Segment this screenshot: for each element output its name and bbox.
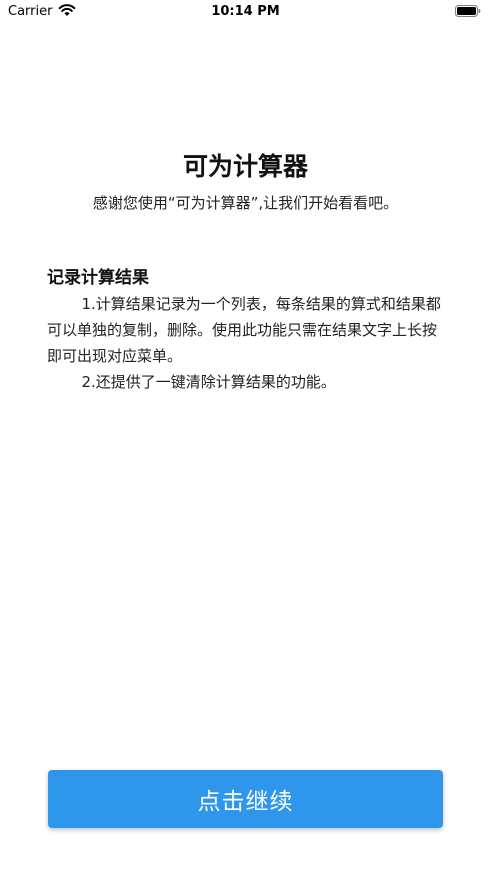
feature-paragraph: 1.计算结果记录为一个列表，每条结果的算式和结果都可以单独的复制，删除。使用此功… bbox=[47, 295, 441, 365]
app-subtitle: 感谢您使用“可为计算器”,让我们开始看看吧。 bbox=[92, 194, 399, 212]
feature-paragraph: 2.还提供了一键清除计算结果的功能。 bbox=[81, 373, 336, 391]
feature-heading: 记录计算结果 bbox=[47, 268, 149, 288]
battery-icon bbox=[455, 5, 481, 17]
screen: Carrier 10:14 PM 可为计算器 感谢您使用“可为计算器”,让我们开… bbox=[0, 0, 491, 877]
status-bar: Carrier 10:14 PM bbox=[0, 0, 491, 26]
continue-button[interactable]: 点击继续 bbox=[48, 770, 443, 828]
feature-body: 1.计算结果记录为一个列表，每条结果的算式和结果都可以单独的复制，删除。使用此功… bbox=[47, 291, 447, 395]
feature-section: 记录计算结果 1.计算结果记录为一个列表，每条结果的算式和结果都可以单独的复制，… bbox=[47, 265, 447, 395]
continue-button-label: 点击继续 bbox=[197, 789, 294, 815]
app-title: 可为计算器 bbox=[182, 152, 308, 181]
clock-time: 10:14 PM bbox=[211, 4, 280, 19]
